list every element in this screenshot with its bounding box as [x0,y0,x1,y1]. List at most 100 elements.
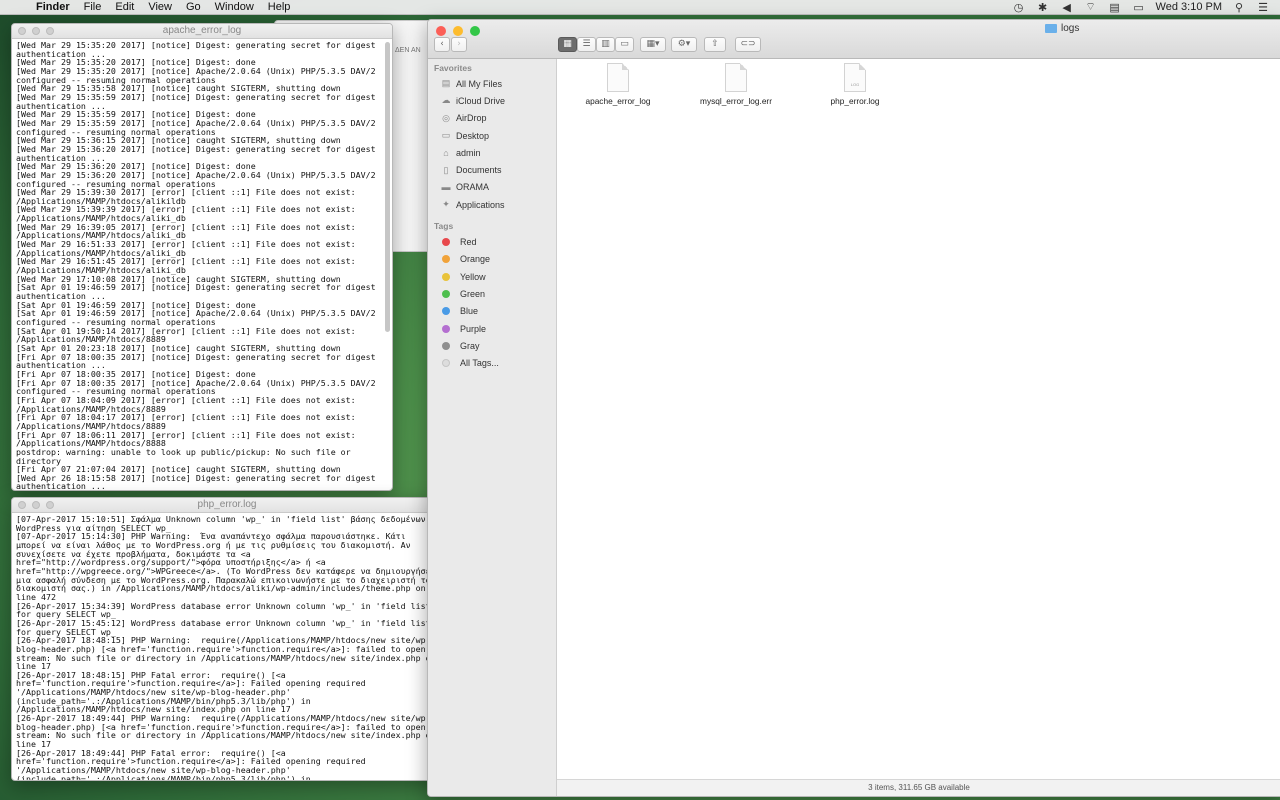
finder-title: logs [1045,23,1079,34]
menu-help[interactable]: Help [268,1,291,13]
sidebar-item-admin[interactable]: ⌂ admin [428,144,556,161]
sidebar-item-label: Desktop [456,130,490,141]
menu-view[interactable]: View [148,1,172,13]
sidebar-item-label: admin [456,147,481,158]
window-title: php_error.log [197,499,257,510]
sidebar-tag-all-tags[interactable]: All Tags... [428,354,556,371]
window-title: apache_error_log [162,25,242,36]
time-machine-icon[interactable]: ◷ [1012,1,1026,14]
log-line: [Fri Apr 07 18:04:09 2017] [error] [clie… [16,394,361,414]
apache-log-text[interactable]: [Wed Mar 29 15:35:20 2017] [notice] Dige… [12,39,392,490]
all-files-icon: ▤ [441,78,451,89]
sidebar-item-applications[interactable]: ✦ Applications [428,196,556,213]
applications-icon: ✦ [442,199,450,210]
log-line: [Wed Mar 29 15:35:59 2017] [notice] Dige… [16,91,381,111]
tag-dot-icon [442,307,450,316]
log-line: [26-Apr-2017 15:34:39] WordPress databas… [16,600,436,620]
finder-status-bar: 3 items, 311.65 GB available [557,779,1280,796]
sidebar-item-label: Blue [460,306,479,317]
sidebar-item-label: ORAMA [456,182,490,193]
file-item[interactable]: LOG php_error.log [800,63,910,106]
apache-log-window[interactable]: apache_error_log [Wed Mar 29 15:35:20 20… [11,23,393,491]
finder-content[interactable]: apache_error_log mysql_error_log.err LOG… [557,59,1280,779]
volume-icon[interactable]: ◀ [1060,1,1074,14]
cover-flow-button[interactable]: ▭ [615,37,634,52]
file-item[interactable]: mysql_error_log.err [681,63,791,106]
sidebar-item-airdrop[interactable]: ◎ AirDrop [428,110,556,127]
sidebar-tag-orange[interactable]: Orange [428,251,556,268]
zoom-button[interactable] [470,26,480,36]
share-button[interactable]: ⇧ [704,37,726,52]
forward-button[interactable]: › [451,37,467,52]
window-controls [436,26,480,36]
minimize-button[interactable] [32,501,40,509]
sidebar-item-documents[interactable]: ▯ Documents [428,161,556,178]
menu-window[interactable]: Window [215,1,254,13]
sidebar-tag-yellow[interactable]: Yellow [428,268,556,285]
sidebar-item-desktop[interactable]: ▭ Desktop [428,127,556,144]
sidebar-item-label: All My Files [456,78,503,89]
background-window-text: ΔΕΝ ΑΝ [395,47,421,54]
apache-log-scrollbar[interactable] [385,42,390,332]
arrange-button[interactable]: ▦▾ [640,37,666,52]
log-line: [26-Apr-2017 18:49:44] PHP Fatal error: … [16,747,366,781]
sidebar-tag-gray[interactable]: Gray [428,337,556,354]
close-button[interactable] [18,27,26,35]
menu-clock[interactable]: Wed 3:10 PM [1156,1,1222,13]
log-line: [26-Apr-2017 15:45:12] WordPress databas… [16,617,436,637]
menu-go[interactable]: Go [186,1,201,13]
sidebar-item-orama[interactable]: ▬ ORAMA [428,179,556,196]
column-view-button[interactable]: ▥ [596,37,615,52]
sidebar-item-label: Applications [456,199,505,210]
menu-finder[interactable]: Finder [36,1,70,13]
tag-dot-icon [442,359,450,368]
notification-center-icon[interactable]: ☰ [1256,1,1270,14]
wifi-icon[interactable]: ⌔ [1084,0,1098,14]
log-line: [Sat Apr 01 19:46:59 2017] [notice] Apac… [16,308,381,327]
battery-icon[interactable]: ▭ [1132,1,1146,14]
php-log-titlebar[interactable]: php_error.log [12,498,442,513]
bluetooth-icon[interactable]: ✱ [1036,1,1050,14]
sidebar-item-icloud-drive[interactable]: ☁ iCloud Drive [428,92,556,109]
sidebar-tag-green[interactable]: Green [428,285,556,302]
log-line: [Wed Mar 29 16:51:45 2017] [error] [clie… [16,256,361,276]
list-view-button[interactable]: ☰ [577,37,596,52]
php-log-window[interactable]: php_error.log [07-Apr-2017 15:10:51] Σφά… [11,497,443,781]
tags-button[interactable]: ⊂⊃ [735,37,761,52]
folder-icon: ▬ [441,182,451,193]
close-button[interactable] [436,26,446,36]
sidebar-tag-purple[interactable]: Purple [428,320,556,337]
minimize-button[interactable] [453,26,463,36]
log-line: [Wed Mar 29 15:35:20 2017] [notice] Apac… [16,65,381,85]
file-item[interactable]: apache_error_log [563,63,673,106]
icon-view-button[interactable]: ▦ [558,37,577,52]
back-button[interactable]: ‹ [434,37,450,52]
sidebar-item-label: iCloud Drive [456,95,506,106]
minimize-button[interactable] [32,27,40,35]
spotlight-icon[interactable]: ⚲ [1232,1,1246,14]
log-line: [Wed Mar 29 16:51:33 2017] [error] [clie… [16,239,361,258]
home-icon: ⌂ [443,147,449,158]
file-name: mysql_error_log.err [700,96,772,106]
zoom-button[interactable] [46,501,54,509]
sidebar-tag-blue[interactable]: Blue [428,303,556,320]
menu-edit[interactable]: Edit [115,1,134,13]
menu-file[interactable]: File [84,1,102,13]
finder-window[interactable]: logs ‹ › ▦ ☰ ▥ ▭ ▦▾ ⚙▾ ⇧ ⊂⊃ Favorites ▤ A… [427,19,1280,797]
finder-toolbar: logs ‹ › ▦ ☰ ▥ ▭ ▦▾ ⚙▾ ⇧ ⊂⊃ [428,20,1280,59]
log-line: [Fri Apr 07 18:00:35 2017] [notice] Apac… [16,377,381,397]
sidebar-item-all-my-files[interactable]: ▤ All My Files [428,75,556,92]
file-name: apache_error_log [585,96,651,106]
cloud-icon: ☁ [441,95,451,106]
php-log-text[interactable]: [07-Apr-2017 15:10:51] Σφάλμα Unknown co… [12,513,442,781]
zoom-button[interactable] [46,27,54,35]
sidebar-item-label: All Tags... [460,358,499,369]
file-name: php_error.log [830,96,880,106]
apache-log-titlebar[interactable]: apache_error_log [12,24,392,39]
flag-icon[interactable]: ▤ [1108,1,1122,14]
close-button[interactable] [18,501,26,509]
sidebar-tag-red[interactable]: Red [428,233,556,250]
log-line: [07-Apr-2017 15:10:51] Σφάλμα Unknown co… [16,514,426,533]
action-gear-button[interactable]: ⚙▾ [671,37,697,52]
log-line: [Fri Apr 07 18:00:35 2017] [notice] Dige… [16,351,381,371]
